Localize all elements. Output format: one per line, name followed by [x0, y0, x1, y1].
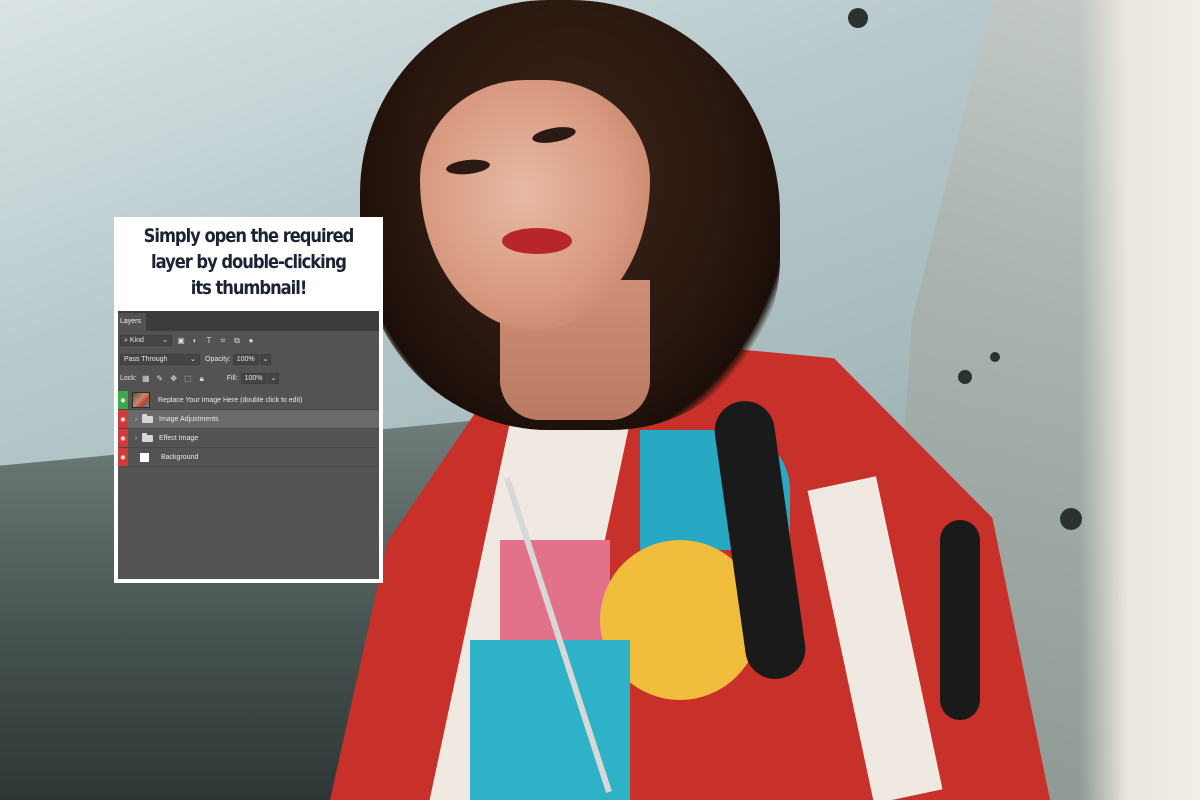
- instruction-line: its thumbnail!: [190, 277, 308, 299]
- chevron-right-icon[interactable]: ›: [132, 435, 140, 442]
- panel-tab-bar: Layers: [118, 311, 379, 331]
- wall-spot: [958, 370, 972, 384]
- layers-panel: Layers ⌕ Kind ⌄ ▣ ◐ T ⌗ ⧉ ● Pass Through…: [118, 311, 379, 579]
- lock-row: Lock: ▦ ✎ ✥ ⬚ 🔒︎ Fill: 100% ⌄: [118, 369, 379, 388]
- lock-all-icon[interactable]: 🔒︎: [197, 374, 207, 384]
- lock-label: Lock:: [120, 375, 137, 382]
- smart-object-filter-icon[interactable]: ⧉: [232, 336, 242, 346]
- fill-value: 100%: [244, 375, 263, 382]
- instruction-text: Simply open the required layer by double…: [136, 223, 360, 313]
- filter-kind-value: Kind: [129, 337, 144, 344]
- blend-mode-dropdown[interactable]: Pass Through ⌄: [120, 354, 200, 365]
- chevron-right-icon[interactable]: ›: [132, 416, 140, 423]
- layer-name: Replace Your Image Here (double click to…: [158, 396, 303, 404]
- blend-row: Pass Through ⌄ Opacity: 100% ⌄: [118, 350, 379, 369]
- lock-position-icon[interactable]: ✥: [169, 374, 179, 384]
- image-filter-icon[interactable]: ▣: [176, 336, 186, 346]
- wall-spot: [990, 352, 1000, 362]
- lock-artboard-icon[interactable]: ⬚: [183, 374, 193, 384]
- type-filter-icon[interactable]: T: [204, 336, 214, 346]
- layer-list: ◉ Replace Your Image Here (double click …: [118, 391, 379, 467]
- visibility-eye-icon[interactable]: ◉: [118, 429, 128, 447]
- toggle-filter-icon[interactable]: ●: [246, 336, 256, 346]
- opacity-field[interactable]: 100%: [232, 354, 259, 365]
- fill-field[interactable]: 100%: [240, 373, 267, 384]
- folder-icon: [142, 432, 153, 442]
- search-icon: ⌕: [124, 337, 128, 344]
- filter-kind-dropdown[interactable]: ⌕ Kind ⌄: [120, 335, 172, 346]
- layer-row[interactable]: ◉ Replace Your Image Here (double click …: [118, 391, 379, 410]
- opacity-value: 100%: [236, 356, 255, 363]
- instruction-line: Simply open the required: [143, 225, 355, 247]
- layer-name: Background: [161, 453, 199, 461]
- smart-object-thumbnail[interactable]: [132, 392, 150, 408]
- adjustment-filter-icon[interactable]: ◐: [190, 336, 200, 346]
- chevron-down-icon: ⌄: [270, 375, 277, 382]
- opacity-label: Opacity:: [205, 356, 231, 363]
- tab-layers[interactable]: Layers: [118, 313, 146, 331]
- paper-edge: [1080, 0, 1200, 800]
- tutorial-card: Simply open the required layer by double…: [114, 217, 383, 583]
- wall-spot: [848, 8, 868, 28]
- chevron-down-icon: ⌄: [190, 356, 196, 363]
- chevron-down-icon: ⌄: [162, 337, 168, 344]
- chevron-down-icon: ⌄: [262, 356, 269, 363]
- filter-row: ⌕ Kind ⌄ ▣ ◐ T ⌗ ⧉ ●: [118, 331, 379, 350]
- blend-mode-value: Pass Through: [124, 356, 168, 363]
- instruction-line: layer by double-clicking: [151, 251, 347, 273]
- visibility-eye-icon[interactable]: ◉: [118, 448, 128, 466]
- opacity-dropdown[interactable]: ⌄: [259, 354, 272, 365]
- layer-name: Image Adjustments: [159, 415, 219, 423]
- visibility-eye-icon[interactable]: ◉: [118, 410, 128, 428]
- wall-spot: [1060, 508, 1082, 530]
- lock-transparent-icon[interactable]: ▦: [141, 374, 151, 384]
- layer-row[interactable]: ◉ Background: [118, 448, 379, 467]
- layer-row[interactable]: ◉ › Effect Image: [118, 429, 379, 448]
- background-thumbnail[interactable]: [140, 452, 149, 462]
- layer-name: Effect Image: [159, 434, 199, 442]
- layer-row[interactable]: ◉ › Image Adjustments: [118, 410, 379, 429]
- fill-dropdown[interactable]: ⌄: [267, 373, 280, 384]
- lips: [502, 228, 572, 254]
- fill-label: Fill:: [226, 375, 238, 382]
- folder-icon: [142, 413, 153, 423]
- shape-filter-icon[interactable]: ⌗: [218, 336, 228, 346]
- visibility-eye-icon[interactable]: ◉: [118, 391, 128, 409]
- lock-paint-icon[interactable]: ✎: [155, 374, 165, 384]
- jacket-pattern: [940, 520, 980, 720]
